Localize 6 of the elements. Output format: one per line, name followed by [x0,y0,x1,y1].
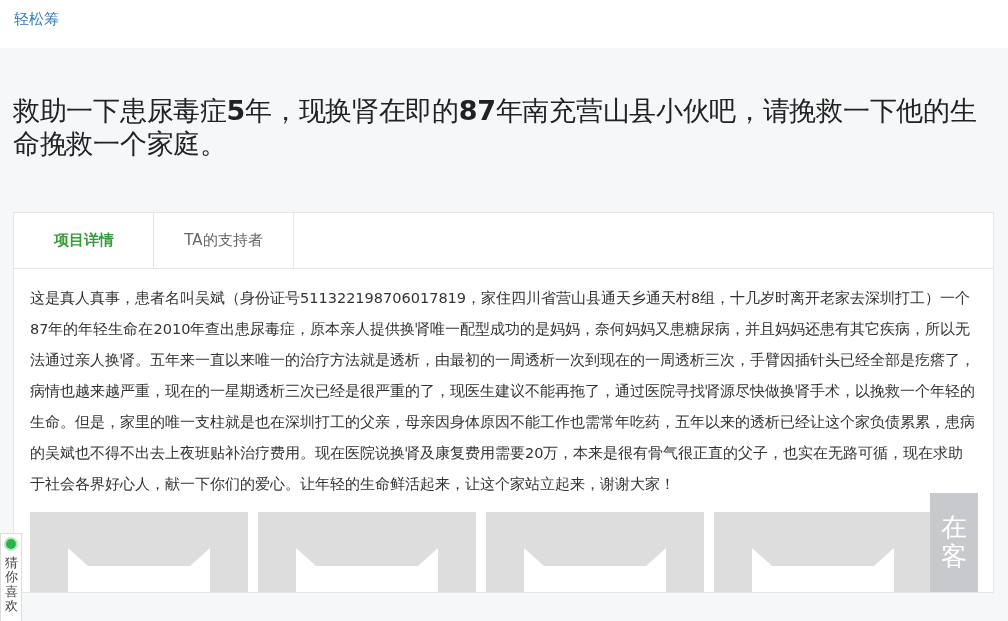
story-paragraph: 这是真人真事，患者名叫吴斌（身份证号511322198706017819，家住四川省营山县通天乡通天村8组，十几岁时离开老家去深圳打工）一个87年的年轻生命在2010年查出患尿毒症，原本亲人提供换肾唯一配型成功的是妈妈，奈何妈妈又患糖尿病，并且妈妈还患有其它疾病，所以无法通过亲人换肾。五年来一直以来唯一的治疗方法就是透析，由最初的一周透析一次到现在的一周透析三次，手臂因插针头已经全部是疙瘩了，病情也越来越严重，现在的一星期透析三次已经是很严重的了，现医生建议不能再拖了，通过医院寻找肾源尽快做换肾手术，以挽救一个年轻的生命。但是，家里的唯一支柱就是也在深圳打工的父亲，母亲因身体原因不能工作也需常年吃药，五年以来的透析已经让这个家负债累累，患病的吴斌也不得不出去上夜班贴补治疗费用。现在医院说换肾及康复费用需要20万，本来是很有骨气很正直的父子，也实在无路可循，现在求助于社会各界好心人，献一下你们的爱心。让年轻的生命鲜活起来，让这个家站立起来，谢谢大家！ [30,289,976,494]
page-title: 救助一下患尿毒症5年，现换肾在即的87年南充营山县小伙吧，请挽救一下他的生命挽救一个家庭。 [13,94,978,160]
brand-link[interactable]: 轻松筹 [14,9,59,29]
side-tab[interactable]: 猜你喜欢 [0,533,22,621]
tab[interactable]: 项目详情 [14,213,154,268]
tab[interactable]: TA的支持者 [154,213,294,268]
